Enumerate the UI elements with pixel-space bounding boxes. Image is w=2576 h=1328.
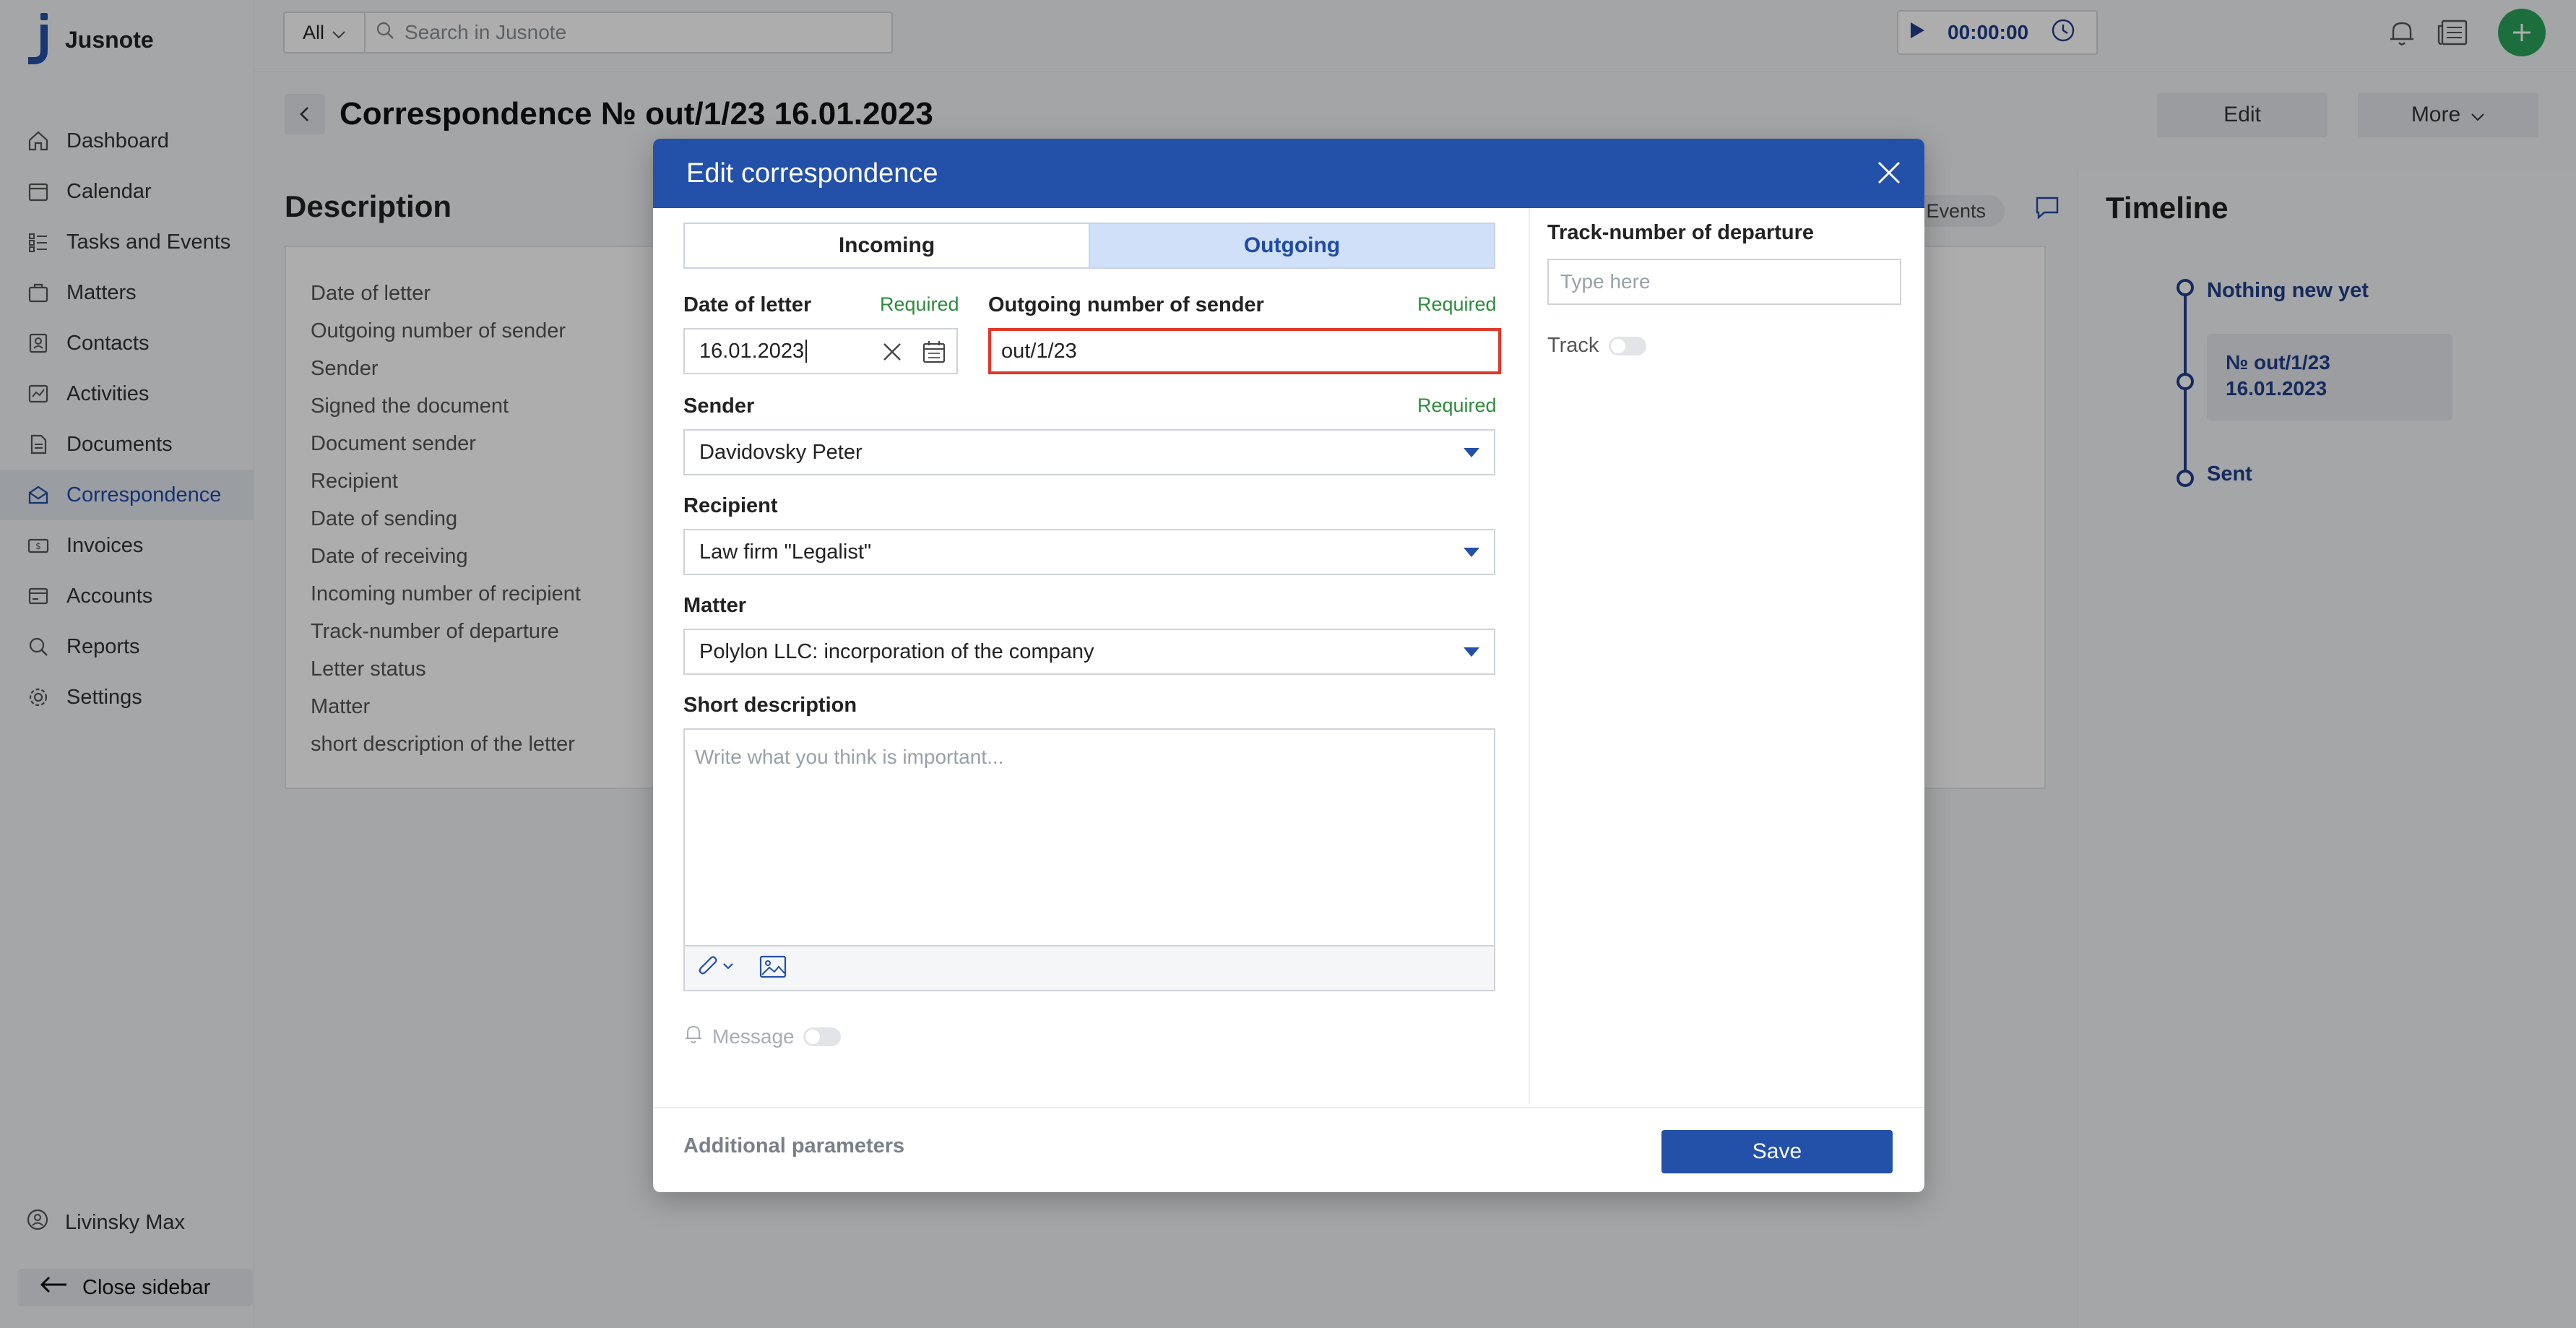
caret-down-icon — [1464, 448, 1479, 457]
track-number-label: Track-number of departure — [1547, 221, 1815, 244]
message-toggle-row: Message — [683, 1023, 841, 1050]
column-divider — [1529, 208, 1530, 1104]
track-toggle[interactable] — [1609, 336, 1647, 355]
track-number-input[interactable]: Type here — [1547, 259, 1901, 305]
edit-correspondence-modal: Edit correspondence Incoming Outgoing Da… — [653, 139, 1924, 1192]
caret-down-icon — [1464, 548, 1479, 557]
direction-tabs: Incoming Outgoing — [683, 223, 1495, 269]
date-of-letter-label: Date of letter — [683, 293, 812, 316]
recipient-value: Law firm "Legalist" — [699, 540, 872, 564]
close-icon[interactable] — [1871, 155, 1907, 191]
attach-icon[interactable] — [696, 954, 737, 983]
message-label: Message — [712, 1025, 795, 1048]
modal-header: Edit correspondence — [653, 139, 1924, 208]
date-of-letter-value: 16.01.2023 — [699, 339, 805, 363]
recipient-select[interactable]: Law firm "Legalist" — [683, 529, 1495, 575]
recipient-label: Recipient — [683, 494, 778, 517]
caret-down-icon — [1464, 647, 1479, 657]
bell-icon — [683, 1023, 704, 1050]
outgoing-number-input[interactable]: out/1/23 — [988, 328, 1501, 374]
text-cursor — [805, 340, 808, 363]
save-button[interactable]: Save — [1661, 1130, 1893, 1173]
sender-label: Sender — [683, 394, 755, 418]
message-toggle[interactable] — [803, 1027, 841, 1046]
required-label: Required — [880, 293, 959, 315]
calendar-icon[interactable] — [922, 340, 946, 370]
clear-icon[interactable] — [881, 341, 903, 368]
textarea-toolbar — [685, 945, 1494, 990]
matter-value: Polylon LLC: incorporation of the compan… — [699, 639, 1094, 663]
short-description-placeholder: Write what you think is important... — [695, 746, 1004, 768]
footer-divider — [653, 1107, 1924, 1108]
image-icon[interactable] — [758, 954, 787, 983]
matter-label: Matter — [683, 594, 747, 617]
track-number-placeholder: Type here — [1560, 270, 1651, 293]
modal-title: Edit correspondence — [686, 158, 938, 189]
matter-select[interactable]: Polylon LLC: incorporation of the compan… — [683, 629, 1495, 675]
date-of-letter-input[interactable]: 16.01.2023 — [683, 328, 958, 374]
sender-value: Davidovsky Peter — [699, 440, 863, 464]
outgoing-number-value: out/1/23 — [1001, 339, 1077, 363]
required-label: Required — [1417, 293, 1497, 315]
additional-parameters-link[interactable]: Additional parameters — [683, 1134, 904, 1158]
tab-incoming[interactable]: Incoming — [685, 224, 1089, 267]
outgoing-number-label: Outgoing number of sender — [988, 293, 1264, 316]
track-toggle-label: Track — [1547, 334, 1599, 357]
short-description-label: Short description — [683, 694, 857, 717]
required-label: Required — [1417, 394, 1497, 416]
track-toggle-row: Track — [1547, 334, 1647, 358]
sender-select[interactable]: Davidovsky Peter — [683, 429, 1495, 475]
short-description-textarea[interactable]: Write what you think is important... — [683, 728, 1495, 991]
tab-outgoing[interactable]: Outgoing — [1089, 224, 1494, 267]
